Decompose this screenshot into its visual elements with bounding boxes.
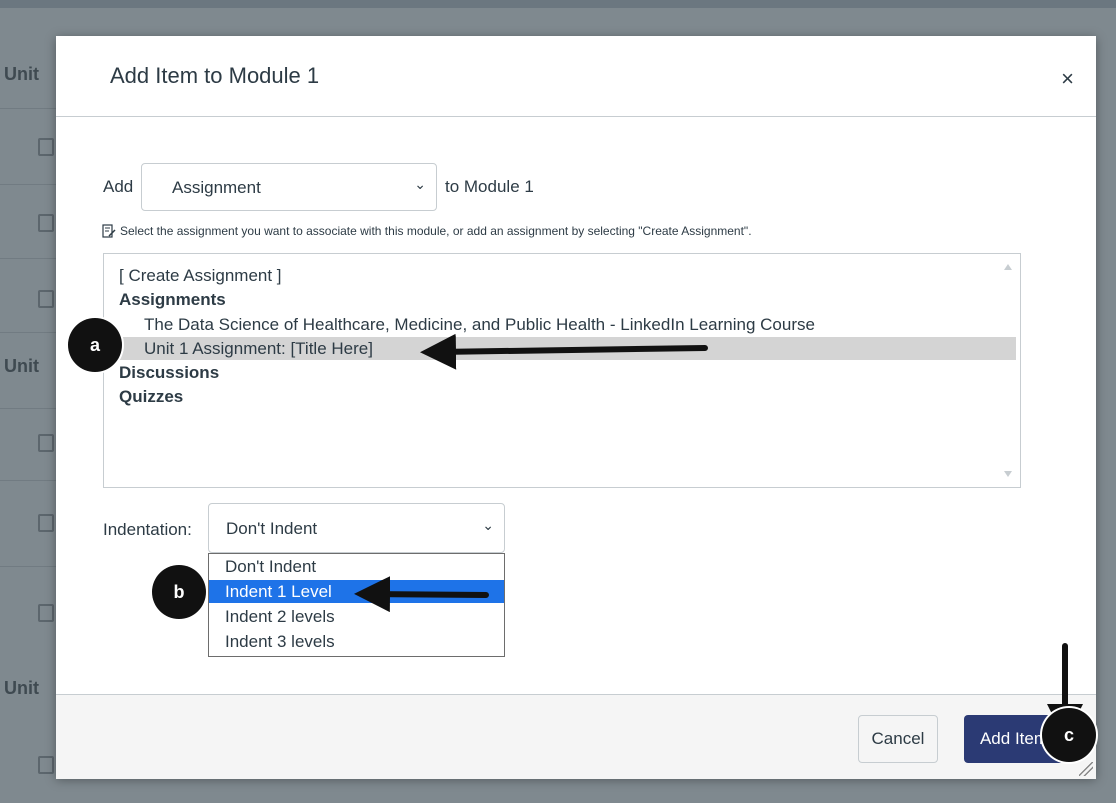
callout-b: b (152, 565, 206, 619)
annotation-arrows (354, 333, 1083, 740)
arrow-a (420, 333, 708, 370)
arrow-b (354, 576, 489, 613)
callout-c: c (1042, 708, 1096, 762)
callout-a: a (68, 318, 122, 372)
